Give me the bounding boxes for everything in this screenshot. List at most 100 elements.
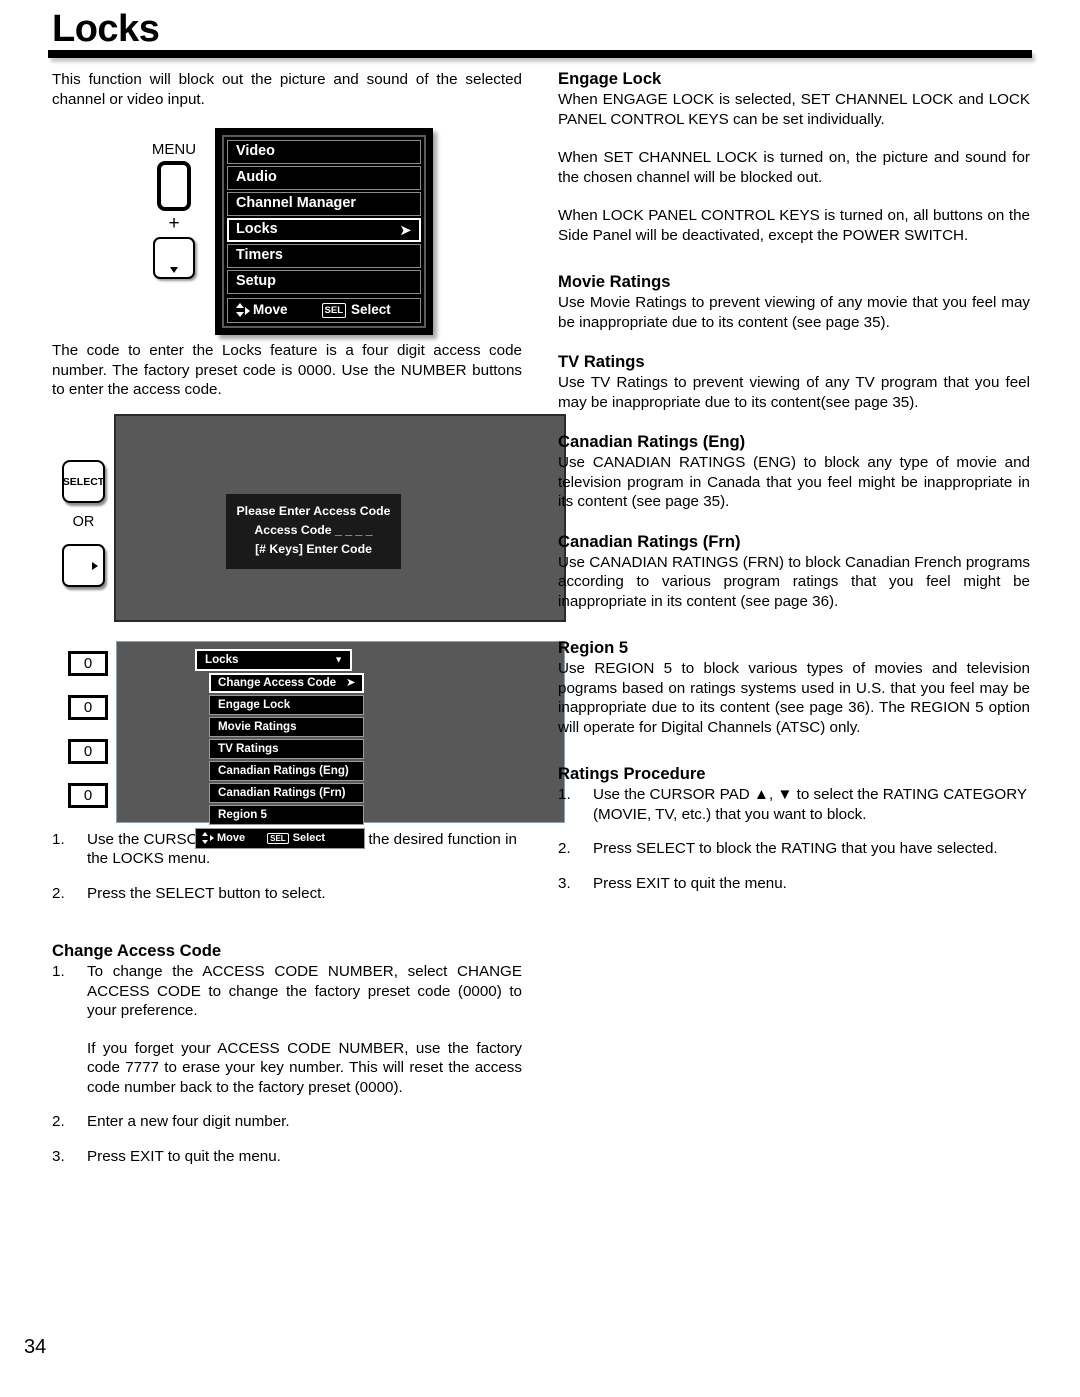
osd-footer-hints: Move SEL Select <box>195 828 365 849</box>
arrow-right-icon: ➤ <box>346 677 355 689</box>
section-paragraph: When SET CHANNEL LOCK is turned on, the … <box>558 149 1030 186</box>
locks-item-label: Region 5 <box>218 808 267 821</box>
title-divider <box>48 50 1032 58</box>
section-paragraph: When ENGAGE LOCK is selected, SET CHANNE… <box>558 91 1030 128</box>
osd-locks-menu: Locks ▼ Change Access Code ➤ Engage Lock… <box>195 649 378 849</box>
locks-item-movie-ratings[interactable]: Movie Ratings <box>209 717 364 737</box>
locks-item-engage-lock[interactable]: Engage Lock <box>209 695 364 715</box>
section-heading-movie-ratings: Movie Ratings <box>558 272 671 291</box>
select-button[interactable]: SELECT <box>62 460 105 503</box>
locks-menu-items: Change Access Code ➤ Engage Lock Movie R… <box>209 673 378 825</box>
osd-main-menu: Video Audio Channel Manager Locks ➤ Time… <box>215 128 433 335</box>
triangle-down-icon <box>170 267 178 273</box>
dialog-title: Please Enter Access Code <box>236 504 391 518</box>
list-item: 1. To change the ACCESS CODE NUMBER, sel… <box>52 962 522 1097</box>
remote-menu-button-group: MENU + <box>135 142 213 279</box>
section-heading-engage-lock: Engage Lock <box>558 69 662 88</box>
section-paragraph: Use Movie Ratings to prevent viewing of … <box>558 294 1030 331</box>
section-heading-region-5: Region 5 <box>558 638 629 657</box>
tv-screen: Locks ▼ Change Access Code ➤ Engage Lock… <box>116 641 565 849</box>
menu-item-timers[interactable]: Timers <box>227 244 421 268</box>
menu-item-label: Setup <box>236 273 276 289</box>
dialog-access-code-field[interactable]: Access Code _ _ _ _ <box>232 521 395 540</box>
move-hint-label: Move <box>217 832 246 844</box>
step-number: 2. <box>52 1113 65 1130</box>
step-number: 2. <box>558 840 571 857</box>
section-paragraph: Use REGION 5 to block various types of m… <box>558 660 1030 736</box>
locks-item-label: Movie Ratings <box>218 720 297 733</box>
list-item: 2. Press SELECT to block the RATING that… <box>558 839 1030 859</box>
number-key-0[interactable]: 0 <box>68 783 108 808</box>
locks-item-region-5[interactable]: Region 5 <box>209 805 364 825</box>
sel-key-icon: SEL <box>321 302 346 318</box>
change-access-code-steps: 1. To change the ACCESS CODE NUMBER, sel… <box>52 962 522 1166</box>
cursor-pad-icon <box>201 831 214 845</box>
menu-item-setup[interactable]: Setup <box>227 270 421 294</box>
plus-symbol: + <box>168 213 180 234</box>
locks-item-canadian-ratings-frn[interactable]: Canadian Ratings (Frn) <box>209 783 364 803</box>
select-hint-label: Select <box>292 832 326 844</box>
cursor-right-button[interactable] <box>62 544 105 587</box>
access-code-dialog: Please Enter Access Code Access Code _ _… <box>226 494 401 569</box>
step-text: To change the ACCESS CODE NUMBER, select… <box>87 963 522 1019</box>
step-text: Use the CURSOR PAD ▲, ▼ to select the RA… <box>593 786 1027 823</box>
page-title: Locks <box>52 8 160 50</box>
step-number: 1. <box>52 830 65 848</box>
locks-item-tv-ratings[interactable]: TV Ratings <box>209 739 364 759</box>
menu-item-locks[interactable]: Locks ➤ <box>227 218 421 242</box>
move-hint-label: Move <box>253 302 288 317</box>
select-hint-label: Select <box>351 302 391 317</box>
chevron-down-icon: ▼ <box>334 654 343 665</box>
list-item: 1. Use the CURSOR PAD ▲, ▼ to select the… <box>558 785 1030 824</box>
section-paragraph: Use CANADIAN RATINGS (ENG) to block any … <box>558 454 1030 510</box>
osd-main-menu-inner: Video Audio Channel Manager Locks ➤ Time… <box>222 135 426 328</box>
number-key-0[interactable]: 0 <box>68 651 108 676</box>
menu-item-label: Locks <box>236 221 278 237</box>
menu-item-label: Timers <box>236 247 283 263</box>
locks-menu-header-label: Locks <box>205 653 239 666</box>
step-text: Enter a new four digit number. <box>87 1113 290 1130</box>
step-number: 1. <box>558 786 571 803</box>
section-paragraph: Use TV Ratings to prevent viewing of any… <box>558 374 1030 411</box>
locks-item-label: Engage Lock <box>218 698 291 711</box>
step-text: Press EXIT to quit the menu. <box>593 874 787 892</box>
number-key-0[interactable]: 0 <box>68 695 108 720</box>
ratings-procedure-steps: 1. Use the CURSOR PAD ▲, ▼ to select the… <box>558 785 1030 893</box>
locks-item-label: Canadian Ratings (Frn) <box>218 786 346 799</box>
locks-item-canadian-ratings-eng[interactable]: Canadian Ratings (Eng) <box>209 761 364 781</box>
section-heading-canadian-ratings-frn: Canadian Ratings (Frn) <box>558 531 741 551</box>
locks-item-label: Canadian Ratings (Eng) <box>218 764 349 777</box>
dialog-hint: [# Keys] Enter Code <box>255 542 372 556</box>
menu-item-video[interactable]: Video <box>227 140 421 164</box>
triangle-right-icon <box>92 561 98 570</box>
locks-item-label: Change Access Code <box>218 676 337 689</box>
list-item: 2. Enter a new four digit number. <box>52 1112 522 1132</box>
section-paragraph: When LOCK PANEL CONTROL KEYS is turned o… <box>558 207 1030 244</box>
number-key-0[interactable]: 0 <box>68 739 108 764</box>
step-text-block: To change the ACCESS CODE NUMBER, select… <box>87 962 522 1097</box>
right-column: Engage Lock When ENGAGE LOCK is selected… <box>558 68 1030 908</box>
menu-item-channel-manager[interactable]: Channel Manager <box>227 192 421 216</box>
step-number: 2. <box>52 884 65 902</box>
locks-menu-header[interactable]: Locks ▼ <box>195 649 352 671</box>
cursor-pad-icon <box>234 302 250 318</box>
locks-item-change-access-code[interactable]: Change Access Code ➤ <box>209 673 364 693</box>
step-number: 3. <box>52 1147 65 1165</box>
locks-submenu-figure: 0 0 0 0 Locks ▼ Change Access Code ➤ Eng… <box>52 638 565 849</box>
change-access-code-heading: Change Access Code <box>52 941 222 960</box>
menu-item-label: Video <box>236 143 275 159</box>
section-heading-canadian-ratings-eng: Canadian Ratings (Eng) <box>558 432 746 451</box>
intro-paragraph: This function will block out the picture… <box>52 71 522 108</box>
menu-item-audio[interactable]: Audio <box>227 166 421 190</box>
osd-footer-hints: Move SEL Select <box>227 298 421 323</box>
access-code-figure: SELECT OR Please Enter Access Code Acces… <box>52 410 566 625</box>
list-item: 3. Press EXIT to quit the menu. <box>52 1147 522 1167</box>
list-item: 2. Press the SELECT button to select. <box>52 884 522 904</box>
section-heading-ratings-procedure: Ratings Procedure <box>558 764 706 783</box>
tv-screen: Please Enter Access Code Access Code _ _… <box>114 414 566 622</box>
menu-button[interactable] <box>157 161 191 211</box>
section-paragraph: Use CANADIAN RATINGS (FRN) to block Cana… <box>558 553 1030 610</box>
cursor-down-button[interactable] <box>153 237 195 279</box>
step-text-secondary: If you forget your ACCESS CODE NUMBER, u… <box>87 1039 522 1096</box>
locks-item-label: TV Ratings <box>218 742 279 755</box>
